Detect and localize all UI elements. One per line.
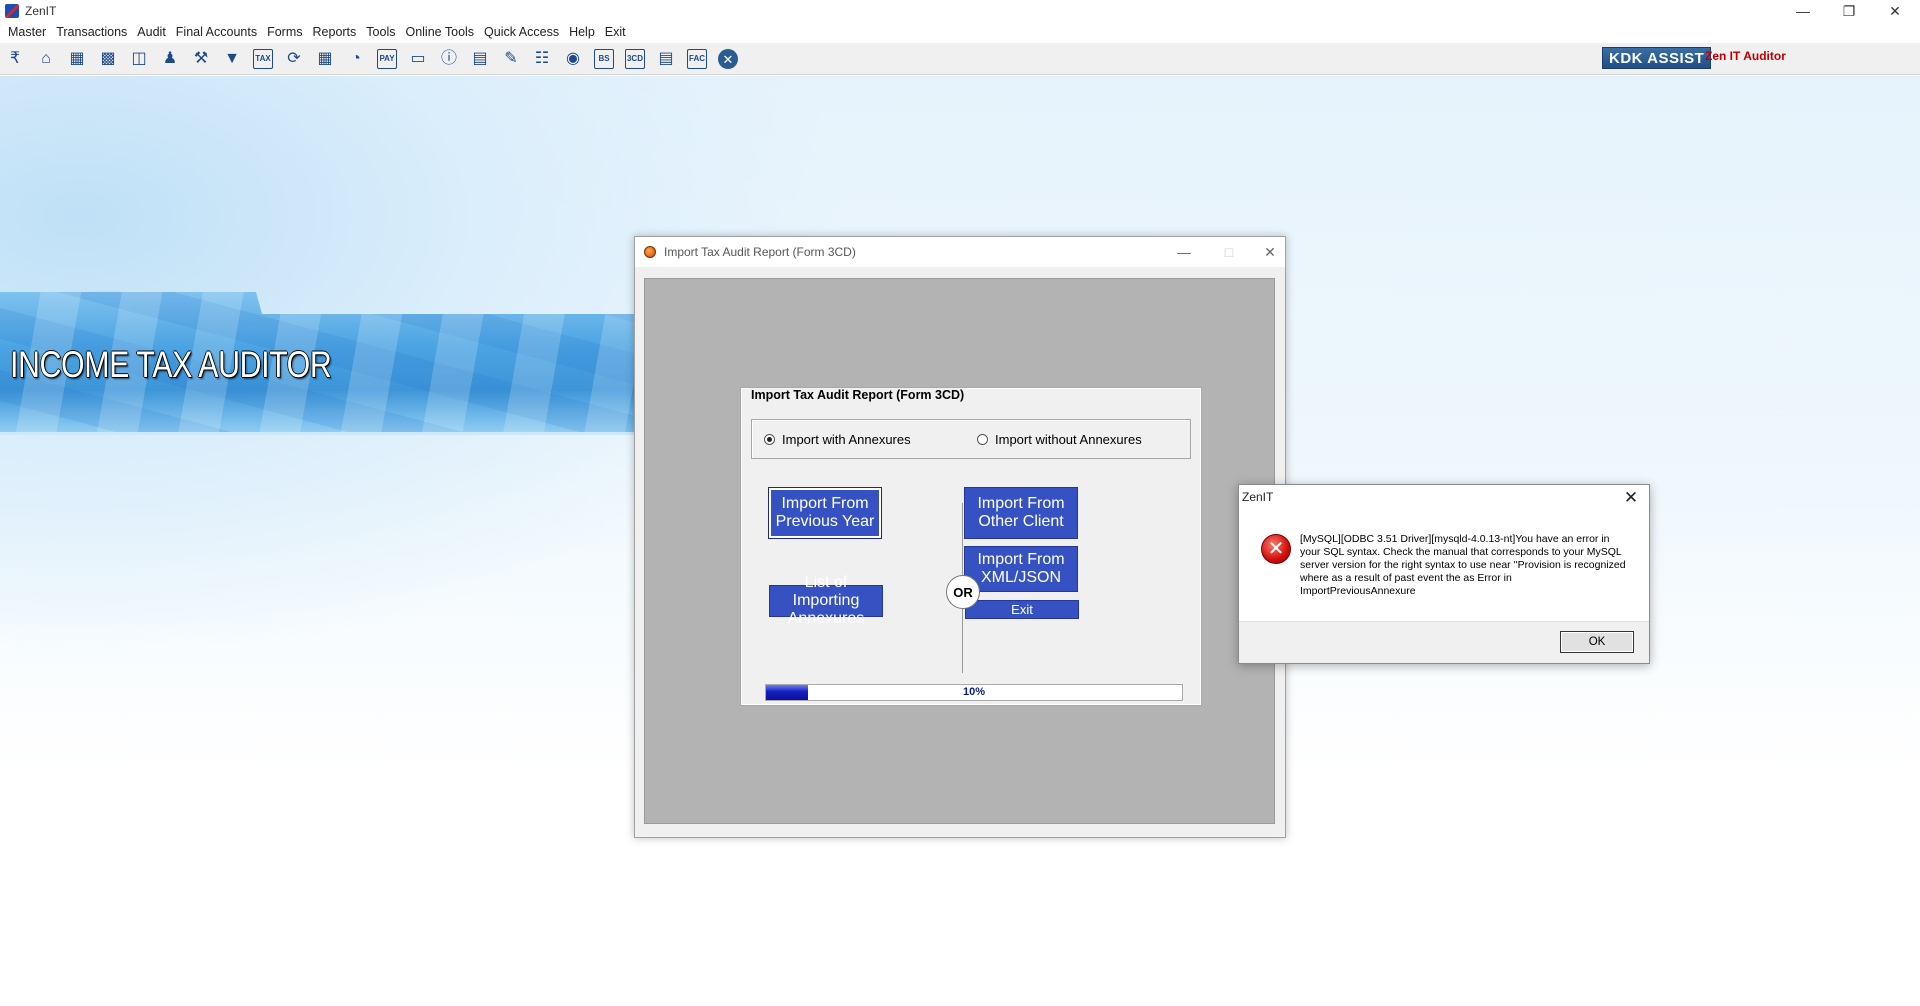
error-dialog-title: ZenIT bbox=[1242, 490, 1274, 504]
bar-chart-icon[interactable]: ▩ bbox=[96, 47, 120, 71]
close-circle-icon[interactable]: ✕ bbox=[716, 47, 740, 71]
import-window: Import Tax Audit Report (Form 3CD) — □ ✕… bbox=[634, 236, 1286, 838]
menu-quick-access[interactable]: Quick Access bbox=[479, 22, 564, 42]
users-icon[interactable]: ♟ bbox=[158, 47, 182, 71]
minimize-icon[interactable]: — bbox=[1780, 0, 1826, 22]
radio-import-with-annexures[interactable]: Import with Annexures bbox=[764, 432, 911, 447]
import-previous-year-button[interactable]: Import From Previous Year bbox=[768, 487, 882, 539]
window-app-icon bbox=[644, 246, 656, 258]
close-icon[interactable]: ✕ bbox=[1872, 0, 1918, 22]
gift-icon[interactable]: ◫ bbox=[127, 47, 151, 71]
tax-icon[interactable]: TAX bbox=[253, 49, 273, 69]
book-icon[interactable]: ▭ bbox=[406, 47, 430, 71]
import-progress-bar: 10% bbox=[765, 684, 1183, 701]
error-dialog-footer: OK bbox=[1239, 621, 1649, 663]
import-window-body: Import Tax Audit Report (Form 3CD) Impor… bbox=[644, 278, 1275, 824]
menu-online-tools[interactable]: Online Tools bbox=[400, 22, 479, 42]
import-window-title: Import Tax Audit Report (Form 3CD) bbox=[664, 245, 856, 259]
kdk-assist-button[interactable]: KDK ASSIST bbox=[1602, 47, 1712, 69]
3cd-icon[interactable]: 3CD bbox=[625, 49, 645, 69]
radio-label: Import with Annexures bbox=[782, 432, 911, 447]
app-title: ZenIT bbox=[25, 4, 57, 18]
import-other-client-button[interactable]: Import From Other Client bbox=[964, 487, 1078, 539]
error-message: [MySQL][ODBC 3.51 Driver][mysqld-4.0.13-… bbox=[1300, 533, 1626, 597]
list-importing-annexures-button[interactable]: List of Importing Annexures bbox=[769, 574, 883, 627]
fac-icon[interactable]: FAC bbox=[687, 49, 707, 69]
menu-final-accounts[interactable]: Final Accounts bbox=[171, 22, 262, 42]
menu-master[interactable]: Master bbox=[3, 22, 51, 42]
map-pin-icon[interactable]: ◉ bbox=[561, 47, 585, 71]
report-icon[interactable]: ▤ bbox=[654, 47, 678, 71]
menu-tools[interactable]: Tools bbox=[361, 22, 400, 42]
refresh-icon[interactable]: ⟳ bbox=[282, 47, 306, 71]
app-titlebar: ZenIT — ❐ ✕ bbox=[0, 0, 1920, 22]
tools-icon[interactable]: ⚒ bbox=[189, 47, 213, 71]
radio-import-without-annexures[interactable]: Import without Annexures bbox=[977, 432, 1142, 447]
radio-unselected-icon[interactable] bbox=[977, 434, 988, 445]
pie-chart-icon[interactable]: ◔ bbox=[344, 47, 368, 71]
exit-button[interactable]: Exit bbox=[965, 600, 1079, 619]
restore-icon[interactable]: ❐ bbox=[1826, 0, 1872, 22]
banner-title: INCOME TAX AUDITOR bbox=[10, 344, 332, 385]
ok-button[interactable]: OK bbox=[1560, 631, 1634, 653]
error-icon: ✕ bbox=[1261, 534, 1291, 564]
menu-audit[interactable]: Audit bbox=[132, 22, 171, 42]
banner-divider bbox=[0, 432, 640, 435]
import-panel-title: Import Tax Audit Report (Form 3CD) bbox=[749, 388, 967, 402]
edit-doc-icon[interactable]: ✎ bbox=[499, 47, 523, 71]
annexure-option-group: Import with Annexures Import without Ann… bbox=[751, 419, 1191, 459]
calculator-icon[interactable]: ▦ bbox=[313, 47, 337, 71]
calendar-icon[interactable]: ☷ bbox=[530, 47, 554, 71]
maximize-icon: □ bbox=[1224, 244, 1234, 260]
menu-reports[interactable]: Reports bbox=[308, 22, 362, 42]
bs-icon[interactable]: BS bbox=[594, 49, 614, 69]
error-dialog: ZenIT ✕ ✕ [MySQL][ODBC 3.51 Driver][mysq… bbox=[1238, 484, 1650, 664]
radio-label: Import without Annexures bbox=[995, 432, 1142, 447]
import-panel: Import Tax Audit Report (Form 3CD) Impor… bbox=[740, 387, 1202, 706]
app-logo-icon bbox=[5, 4, 19, 18]
menu-transactions[interactable]: Transactions bbox=[51, 22, 132, 42]
building-icon[interactable]: ▦ bbox=[65, 47, 89, 71]
info-icon[interactable]: ⓘ bbox=[437, 47, 461, 71]
menu-forms[interactable]: Forms bbox=[262, 22, 307, 42]
menu-bar: Master Transactions Audit Final Accounts… bbox=[0, 22, 1920, 42]
zen-auditor-label: Zen IT Auditor bbox=[1705, 49, 1786, 63]
filter-icon[interactable]: ▼ bbox=[220, 47, 244, 71]
ledger-icon[interactable]: ▤ bbox=[468, 47, 492, 71]
import-window-titlebar: Import Tax Audit Report (Form 3CD) — □ ✕ bbox=[635, 237, 1285, 267]
import-xml-json-button[interactable]: Import From XML/JSON bbox=[964, 546, 1078, 592]
minimize-icon[interactable]: — bbox=[1169, 241, 1199, 263]
radio-selected-icon[interactable] bbox=[764, 434, 775, 445]
menu-exit[interactable]: Exit bbox=[600, 22, 631, 42]
rupee-icon[interactable]: ₹ bbox=[3, 47, 27, 71]
close-icon[interactable]: ✕ bbox=[1255, 241, 1285, 263]
home-icon[interactable]: ⌂ bbox=[34, 47, 58, 71]
pay-icon[interactable]: PAY bbox=[377, 49, 397, 69]
progress-label: 10% bbox=[962, 686, 986, 698]
or-label: OR bbox=[946, 575, 980, 609]
close-icon[interactable]: ✕ bbox=[1617, 486, 1645, 510]
menu-help[interactable]: Help bbox=[564, 22, 600, 42]
